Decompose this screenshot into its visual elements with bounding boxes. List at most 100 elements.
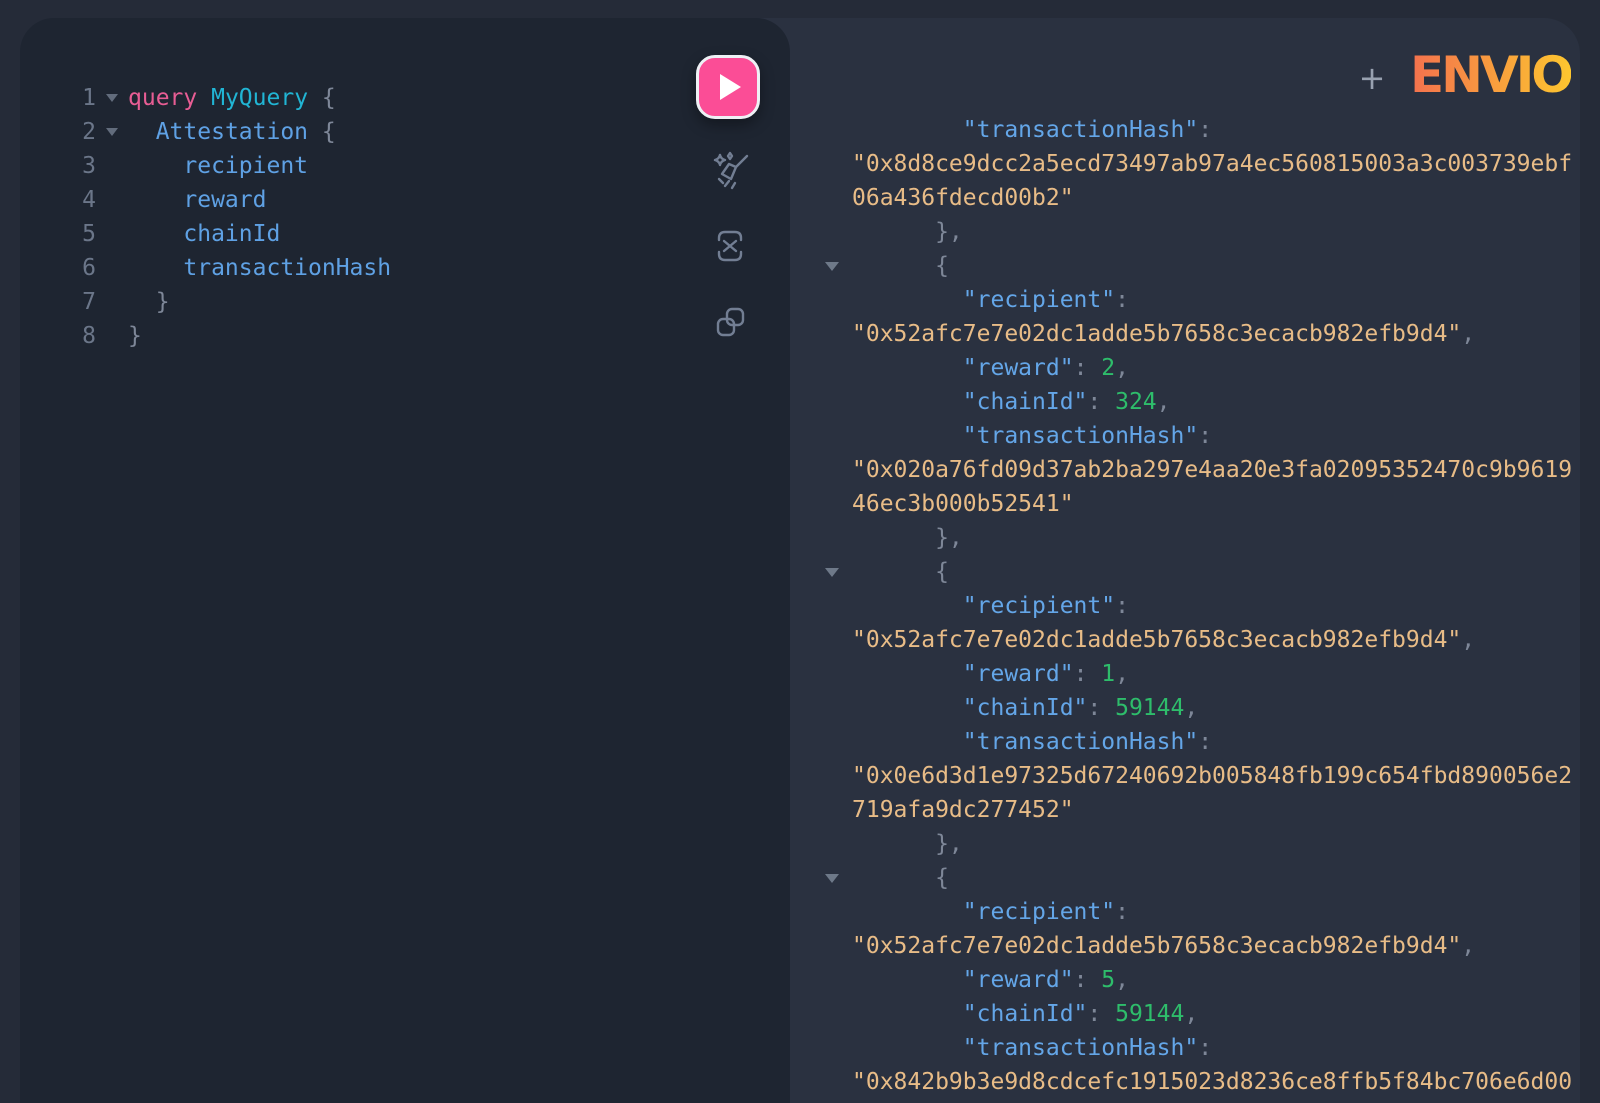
response-line: "0x52afc7e7e02dc1adde5b7658c3ecacb982efb… [818,317,1590,351]
response-line: }, [818,215,1590,249]
execute-query-button[interactable] [696,55,760,119]
query-editor-panel[interactable]: 1query MyQuery {2 Attestation {3 recipie… [20,18,790,1103]
response-line: "chainId": 59144, [818,997,1590,1031]
code-text: } [128,319,142,353]
prettify-query-button[interactable] [710,150,752,194]
code-text: "chainId": 59144, [852,997,1198,1031]
editor-lines[interactable]: 1query MyQuery {2 Attestation {3 recipie… [40,81,720,353]
prettify-sparkle-broom-icon [710,150,752,194]
fold-arrow-icon[interactable] [818,874,852,883]
code-text: "0x020a76fd09d37ab2ba297e4aa20e3fa020953… [852,453,1572,487]
response-line: { [818,249,1590,283]
response-line: "reward": 2, [818,351,1590,385]
code-text: recipient [128,149,308,183]
graphiql-app: + ENVIO "transactionHash":"0x8d8ce9dcc2a… [0,0,1600,1103]
query-code-line: 7 } [40,285,720,319]
code-text: "reward": 1, [852,657,1129,691]
code-text: }, [852,215,963,249]
fold-arrow-icon[interactable] [96,94,128,102]
copy-icon [712,304,748,342]
response-line: "0x52afc7e7e02dc1adde5b7658c3ecacb982efb… [818,623,1590,657]
code-text: { [852,861,949,895]
response-line: "chainId": 59144, [818,691,1590,725]
code-text: query MyQuery { [128,81,336,115]
line-number: 3 [40,149,96,183]
code-text: "transactionHash": [852,113,1212,147]
response-line: "0x842b9b3e9d8cdcefc1915023d8236ce8ffb5f… [818,1065,1590,1099]
code-text: "chainId": 59144, [852,691,1198,725]
code-text: "chainId": 324, [852,385,1171,419]
fold-arrow-icon[interactable] [818,568,852,577]
response-line: "0x8d8ce9dcc2a5ecd73497ab97a4ec560815003… [818,147,1590,181]
envio-logo: ENVIO [1410,48,1571,102]
code-text: "transactionHash": [852,419,1212,453]
response-output: "transactionHash":"0x8d8ce9dcc2a5ecd7349… [818,113,1590,1099]
query-code-line: 3 recipient [40,149,720,183]
play-icon [720,74,741,100]
code-text: "0x52afc7e7e02dc1adde5b7658c3ecacb982efb… [852,317,1475,351]
merge-fragments-icon [713,228,747,264]
response-line: }, [818,521,1590,555]
code-text: } [128,285,170,319]
code-text: }, [852,827,963,861]
fold-arrow-icon[interactable] [818,262,852,271]
code-text: Attestation { [128,115,336,149]
code-text: "recipient": [852,589,1129,623]
response-line: "recipient": [818,895,1590,929]
query-code-line: 5 chainId [40,217,720,251]
response-line: "reward": 1, [818,657,1590,691]
code-text: "reward": 5, [852,963,1129,997]
code-text: }, [852,521,963,555]
fold-arrow-icon[interactable] [96,128,128,136]
code-text: reward [128,183,266,217]
response-line: }, [818,827,1590,861]
response-line: "recipient": [818,589,1590,623]
code-text: { [852,555,949,589]
line-number: 8 [40,319,96,353]
code-text: chainId [128,217,280,251]
line-number: 6 [40,251,96,285]
query-code-line: 2 Attestation { [40,115,720,149]
line-number: 4 [40,183,96,217]
code-text: "0x0e6d3d1e97325d67240692b005848fb199c65… [852,759,1572,793]
response-line: "0x0e6d3d1e97325d67240692b005848fb199c65… [818,759,1590,793]
response-line: 719afa9dc277452" [818,793,1590,827]
copy-query-button[interactable] [712,304,748,342]
query-code-line: 6 transactionHash [40,251,720,285]
code-text: "reward": 2, [852,351,1129,385]
code-text: "recipient": [852,283,1129,317]
response-line: "0x020a76fd09d37ab2ba297e4aa20e3fa020953… [818,453,1590,487]
response-line: "transactionHash": [818,419,1590,453]
query-code-line: 1 query MyQuery { [40,81,720,115]
response-line: 06a436fdecd00b2" [818,181,1590,215]
line-number: 1 [40,81,96,115]
code-text: { [852,249,949,283]
response-line: "transactionHash": [818,1031,1590,1065]
response-line: "recipient": [818,283,1590,317]
code-text: "0x8d8ce9dcc2a5ecd73497ab97a4ec560815003… [852,147,1572,181]
response-line: "reward": 5, [818,963,1590,997]
plus-icon: + [1359,59,1386,97]
line-number: 5 [40,217,96,251]
response-line: { [818,555,1590,589]
code-text: "0x842b9b3e9d8cdcefc1915023d8236ce8ffb5f… [852,1065,1572,1099]
code-text: "0x52afc7e7e02dc1adde5b7658c3ecacb982efb… [852,929,1475,963]
response-line: "0x52afc7e7e02dc1adde5b7658c3ecacb982efb… [818,929,1590,963]
query-code-line: 8} [40,319,720,353]
query-code-line: 4 reward [40,183,720,217]
code-text: "0x52afc7e7e02dc1adde5b7658c3ecacb982efb… [852,623,1475,657]
response-line: 46ec3b000b52541" [818,487,1590,521]
code-text: 46ec3b000b52541" [852,487,1074,521]
add-tab-button[interactable]: + [1350,58,1394,98]
code-text: "transactionHash": [852,725,1212,759]
line-number: 2 [40,115,96,149]
line-number: 7 [40,285,96,319]
code-text: 06a436fdecd00b2" [852,181,1074,215]
merge-fragments-button[interactable] [713,228,747,264]
code-text: "recipient": [852,895,1129,929]
code-text: transactionHash [128,251,391,285]
response-line: "transactionHash": [818,725,1590,759]
response-line: "chainId": 324, [818,385,1590,419]
code-text: "transactionHash": [852,1031,1212,1065]
response-line: { [818,861,1590,895]
